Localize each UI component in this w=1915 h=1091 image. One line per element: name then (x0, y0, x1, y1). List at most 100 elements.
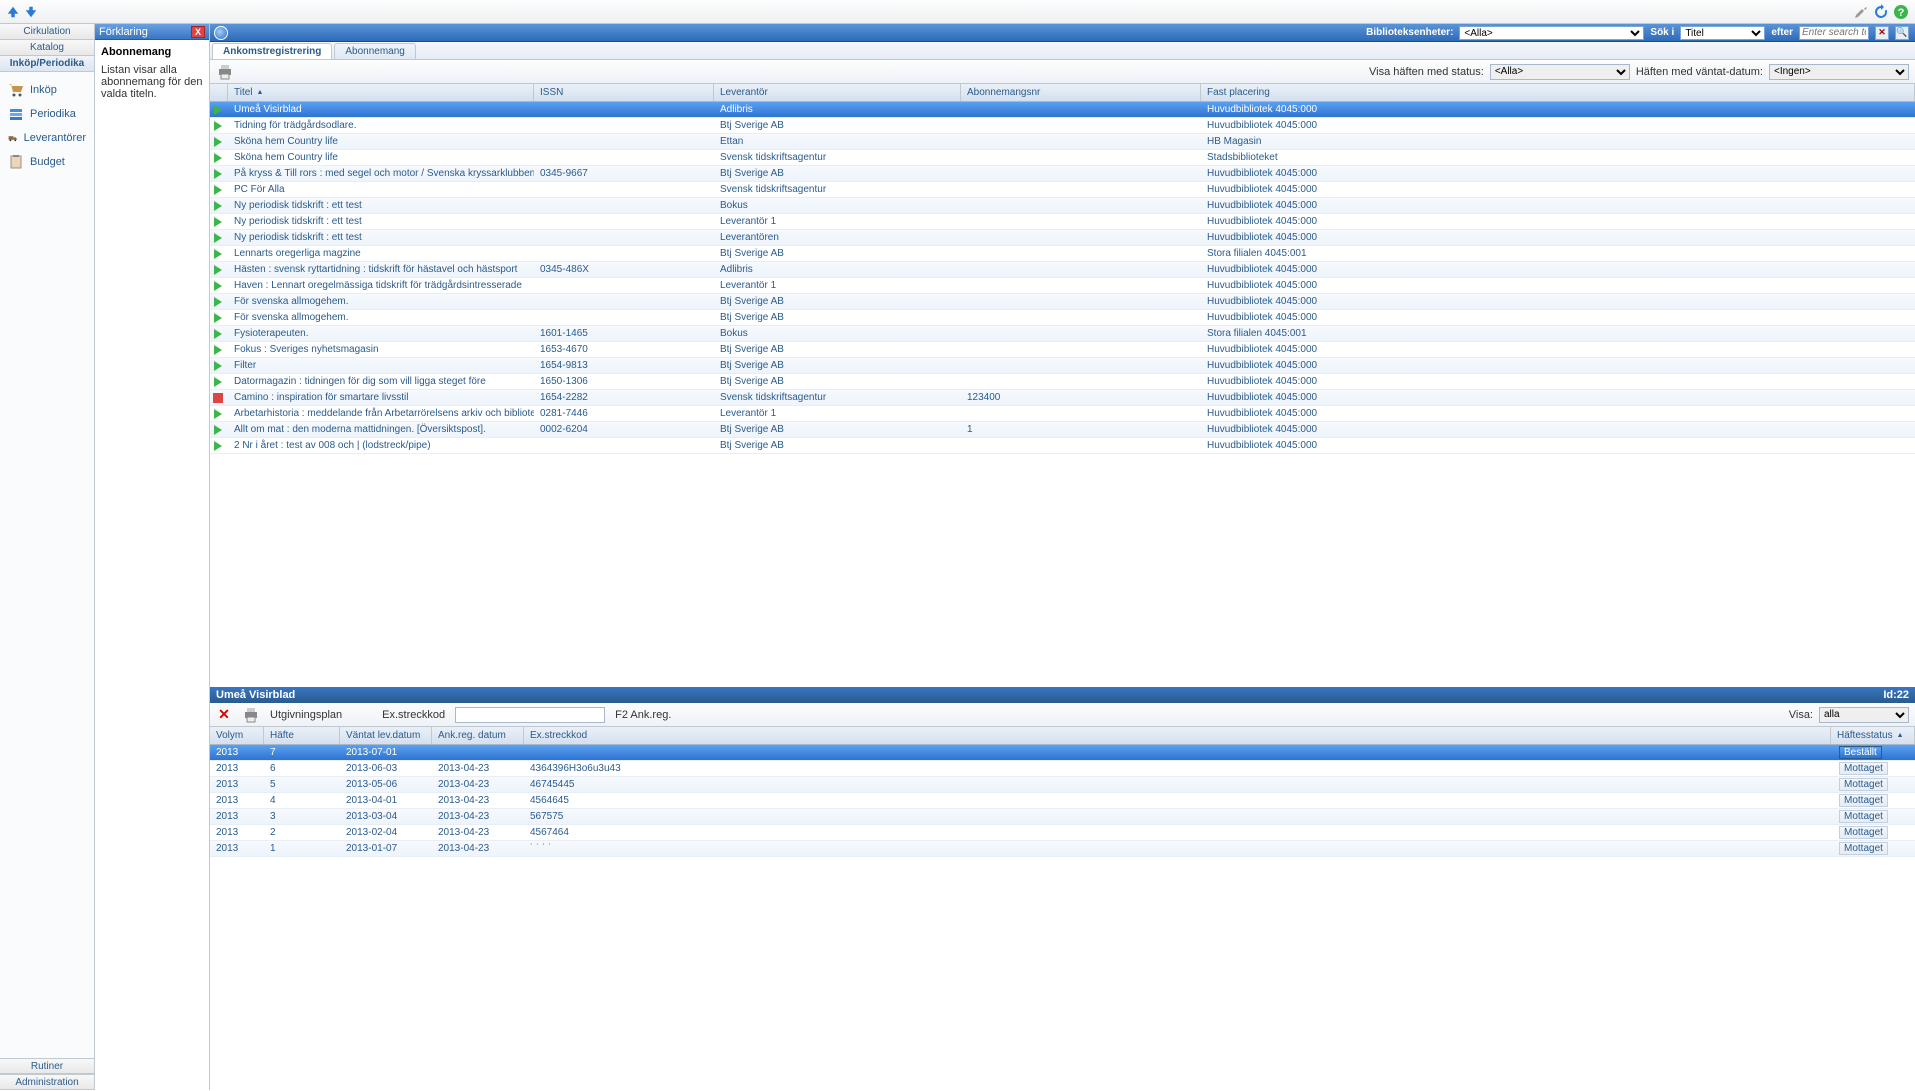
table-row[interactable]: Haven : Lennart oregelmässiga tidskrift … (210, 278, 1915, 294)
sok-i-select[interactable]: Titel (1680, 26, 1765, 40)
cell-titel: Camino : inspiration för smartare livsst… (228, 390, 534, 405)
info-icon[interactable] (214, 26, 228, 40)
nav-section-administration[interactable]: Administration (0, 1074, 94, 1090)
col-vantat[interactable]: Väntat lev.datum (340, 727, 432, 744)
nav-up-icon[interactable] (6, 5, 20, 19)
table-row[interactable]: 201332013-03-042013-04-23567575Mottaget (210, 809, 1915, 825)
table-row[interactable]: Lennarts oregerliga magzineBtj Sverige A… (210, 246, 1915, 262)
nav-item-inkop[interactable]: Inköp (4, 78, 90, 102)
table-row[interactable]: 201372013-07-01Beställt (210, 745, 1915, 761)
table-row[interactable]: PC För AllaSvensk tidskriftsagenturHuvud… (210, 182, 1915, 198)
table-row[interactable]: Hästen : svensk ryttartidning : tidskrif… (210, 262, 1915, 278)
table-row[interactable]: Filter1654-9813Btj Sverige ABHuvudbiblio… (210, 358, 1915, 374)
cell-status: Mottaget (1831, 841, 1915, 856)
cell-abonnemangsnr (961, 182, 1201, 197)
table-row[interactable]: Tidning för trädgårdsodlare.Btj Sverige … (210, 118, 1915, 134)
cell-issn (534, 246, 714, 261)
visa-select[interactable]: alla (1819, 707, 1909, 723)
table-row[interactable]: För svenska allmogehem.Btj Sverige ABHuv… (210, 310, 1915, 326)
cell-issn (534, 118, 714, 133)
table-row[interactable]: Sköna hem Country lifeEttanHB Magasin (210, 134, 1915, 150)
table-row[interactable]: 201322013-02-042013-04-234567464Mottaget (210, 825, 1915, 841)
cell-status: Mottaget (1831, 809, 1915, 824)
nav-section-katalog[interactable]: Katalog (0, 40, 94, 56)
table-row[interactable]: Ny periodisk tidskrift : ett testLeveran… (210, 230, 1915, 246)
table-row[interactable]: Allt om mat : den moderna mattidningen. … (210, 422, 1915, 438)
table-row[interactable]: Ny periodisk tidskrift : ett testLeveran… (210, 214, 1915, 230)
help-icon[interactable]: ? (1893, 4, 1909, 20)
print-icon[interactable] (216, 63, 234, 81)
table-row[interactable]: Umeå VisirbladAdlibrisHuvudbibliotek 404… (210, 102, 1915, 118)
nav-item-periodika[interactable]: Periodika (4, 102, 90, 126)
search-input[interactable] (1799, 26, 1869, 40)
cell-abonnemangsnr (961, 214, 1201, 229)
cell-titel: För svenska allmogehem. (228, 294, 534, 309)
table-row[interactable]: 201352013-05-062013-04-2346745445Mottage… (210, 777, 1915, 793)
visa-status-select[interactable]: <Alla> (1490, 64, 1630, 80)
delete-button[interactable]: ✕ (216, 707, 232, 723)
cell-leverantor: Bokus (714, 198, 961, 213)
table-row[interactable]: På kryss & Till rors : med segel och mot… (210, 166, 1915, 182)
cell-fast: Stora filialen 4045:001 (1201, 326, 1915, 341)
cell-fast: Huvudbibliotek 4045:000 (1201, 102, 1915, 117)
refresh-icon[interactable] (1873, 4, 1889, 20)
cell-fast: Huvudbibliotek 4045:000 (1201, 214, 1915, 229)
col-titel[interactable]: Titel (228, 84, 534, 101)
table-row[interactable]: Sköna hem Country lifeSvensk tidskriftsa… (210, 150, 1915, 166)
cell-titel: Ny periodisk tidskrift : ett test (228, 214, 534, 229)
nav-down-icon[interactable] (24, 5, 38, 19)
table-row[interactable]: 2 Nr i året : test av 008 och | (lodstre… (210, 438, 1915, 454)
table-row[interactable]: Fokus : Sveriges nyhetsmagasin1653-4670B… (210, 342, 1915, 358)
nav-item-budget[interactable]: Budget (4, 150, 90, 174)
table-row[interactable]: Fysioterapeuten.1601-1465BokusStora fili… (210, 326, 1915, 342)
col-icon[interactable] (210, 84, 228, 101)
clear-search-button[interactable]: ✕ (1875, 26, 1889, 40)
cell-streckkod: 567575 (524, 809, 1831, 824)
nav-section-inkop[interactable]: Inköp/Periodika (0, 56, 94, 72)
search-button[interactable]: 🔍 (1895, 26, 1909, 40)
col-leverantor[interactable]: Leverantör (714, 84, 961, 101)
col-hafte[interactable]: Häfte (264, 727, 340, 744)
vantat-datum-select[interactable]: <Ingen> (1769, 64, 1909, 80)
cell-abonnemangsnr (961, 134, 1201, 149)
visa-label: Visa: (1789, 709, 1813, 721)
col-ank[interactable]: Ank.reg. datum (432, 727, 524, 744)
col-fast-placering[interactable]: Fast placering (1201, 84, 1915, 101)
col-streckkod[interactable]: Ex.streckkod (524, 727, 1831, 744)
close-icon[interactable]: X (191, 26, 205, 38)
nav-section-rutiner[interactable]: Rutiner (0, 1058, 94, 1074)
cell-hafte: 4 (264, 793, 340, 808)
cell-fast: Huvudbibliotek 4045:000 (1201, 118, 1915, 133)
cell-leverantor: Svensk tidskriftsagentur (714, 390, 961, 405)
table-row[interactable]: För svenska allmogehem.Btj Sverige ABHuv… (210, 294, 1915, 310)
settings-icon[interactable] (1853, 4, 1869, 20)
biblioteksenheter-select[interactable]: <Alla> (1459, 26, 1644, 40)
table-row[interactable]: Arbetarhistoria : meddelande från Arbeta… (210, 406, 1915, 422)
col-status[interactable]: Häftesstatus (1831, 727, 1915, 744)
col-volym[interactable]: Volym (210, 727, 264, 744)
tab-ankomstregistrering[interactable]: Ankomstregistrering (212, 43, 332, 59)
cell-status: Mottaget (1831, 761, 1915, 776)
cell-issn (534, 182, 714, 197)
table-row[interactable]: Datormagazin : tidningen för dig som vil… (210, 374, 1915, 390)
truck-icon (8, 130, 18, 146)
table-row[interactable]: 201362013-06-032013-04-234364396H3o6u3u4… (210, 761, 1915, 777)
f2-label: F2 Ank.reg. (615, 709, 671, 721)
nav-section-cirkulation[interactable]: Cirkulation (0, 24, 94, 40)
cell-hafte: 3 (264, 809, 340, 824)
table-row[interactable]: Ny periodisk tidskrift : ett testBokusHu… (210, 198, 1915, 214)
streckkod-input[interactable] (455, 707, 605, 723)
svg-text:?: ? (1898, 7, 1905, 19)
col-abonnemangsnr[interactable]: Abonnemangsnr (961, 84, 1201, 101)
cell-fast: Huvudbibliotek 4045:000 (1201, 422, 1915, 437)
status-icon (214, 169, 222, 179)
col-issn[interactable]: ISSN (534, 84, 714, 101)
table-row[interactable]: Camino : inspiration för smartare livsst… (210, 390, 1915, 406)
cell-titel: Tidning för trädgårdsodlare. (228, 118, 534, 133)
print-icon[interactable] (242, 706, 260, 724)
nav-item-leverantorer[interactable]: Leverantörer (4, 126, 90, 150)
utgivningsplan-button[interactable]: Utgivningsplan (270, 709, 342, 721)
tab-abonnemang[interactable]: Abonnemang (334, 43, 416, 59)
table-row[interactable]: 201342013-04-012013-04-234564645Mottaget (210, 793, 1915, 809)
table-row[interactable]: 201312013-01-072013-04-23˙ ˙ ˙ ˙Mottaget (210, 841, 1915, 857)
